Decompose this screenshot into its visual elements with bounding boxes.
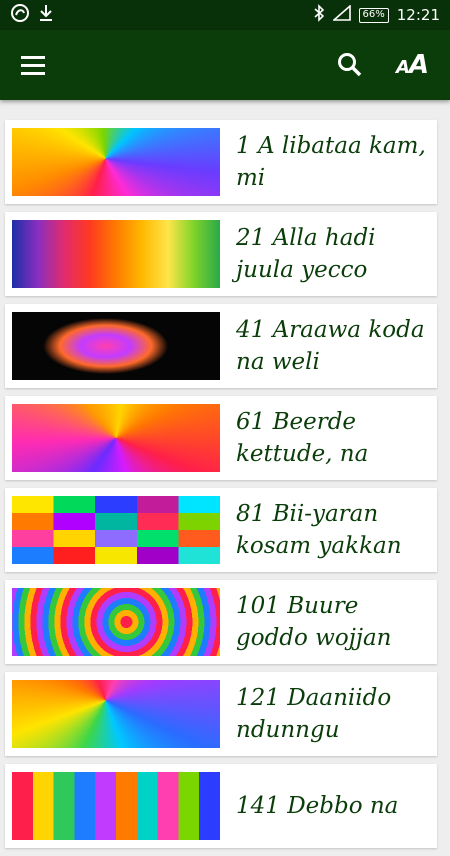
list-item[interactable]: 141 Debbo na (5, 764, 437, 848)
list-item-thumbnail (12, 220, 220, 288)
list-item-thumbnail (12, 588, 220, 656)
battery-indicator: 66% (358, 7, 389, 23)
signal-icon (331, 4, 351, 25)
font-size-icon[interactable]: AA (388, 41, 436, 89)
list-item-title: 141 Debbo na (236, 793, 399, 819)
list-item-title: 81 Bii-yaran kosam yakkan (236, 501, 402, 559)
clock: 12:21 (396, 6, 440, 24)
list-item[interactable]: 1 A libataa kam, mi (5, 120, 437, 204)
list-item-thumbnail (12, 128, 220, 196)
menu-icon[interactable] (10, 41, 58, 89)
app-bar: AA (0, 30, 450, 100)
list-item-thumbnail (12, 312, 220, 380)
list-item-title: 121 Daaniido ndunngu (236, 685, 392, 743)
list-item-title: 21 Alla hadi juula yecco (236, 225, 376, 283)
list-item[interactable]: 81 Bii-yaran kosam yakkan (5, 488, 437, 572)
list-item-title: 41 Araawa koda na weli (236, 317, 425, 375)
app-logo-icon (10, 3, 30, 27)
list-item-thumbnail (12, 404, 220, 472)
list-item[interactable]: 61 Beerde kettude, na (5, 396, 437, 480)
status-bar: 66% 12:21 (0, 0, 450, 30)
status-right: 66% 12:21 (313, 4, 440, 26)
list-item-thumbnail (12, 680, 220, 748)
list-item[interactable]: 121 Daaniido ndunngu (5, 672, 437, 756)
song-list: 1 A libataa kam, mi 21 Alla hadi juula y… (5, 120, 437, 856)
list-item-title: 61 Beerde kettude, na (236, 409, 369, 467)
list-item-thumbnail (12, 772, 220, 840)
list-item[interactable]: 101 Buure goddo wojjan (5, 580, 437, 664)
list-item-thumbnail (12, 496, 220, 564)
list-item-title: 1 A libataa kam, mi (236, 133, 426, 191)
font-size-label: AA (395, 50, 429, 80)
bluetooth-icon (313, 4, 325, 26)
list-item[interactable]: 21 Alla hadi juula yecco (5, 212, 437, 296)
status-left (10, 3, 54, 27)
list-item[interactable]: 41 Araawa koda na weli (5, 304, 437, 388)
download-icon (38, 4, 54, 26)
search-icon[interactable] (326, 41, 374, 89)
list-item-title: 101 Buure goddo wojjan (236, 593, 392, 651)
